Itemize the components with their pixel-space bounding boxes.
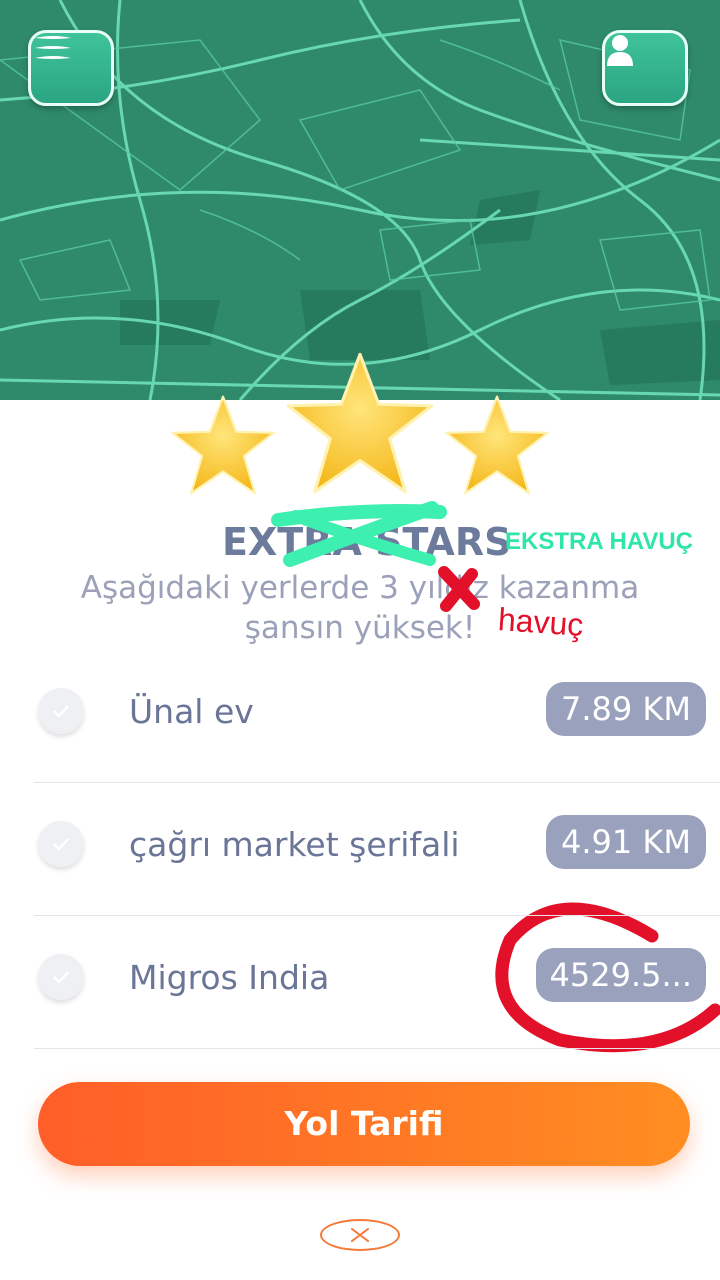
- check-icon[interactable]: [38, 688, 84, 734]
- title-annotation: EKSTRA HAVUÇ: [505, 528, 694, 555]
- distance-badge: 4.91 KM: [546, 815, 706, 869]
- star-rating: [0, 340, 720, 510]
- check-icon[interactable]: [38, 821, 84, 867]
- directions-button[interactable]: Yol Tarifi: [38, 1082, 690, 1166]
- check-icon[interactable]: [38, 954, 84, 1000]
- distance-badge: 7.89 KM: [546, 682, 706, 736]
- menu-button[interactable]: [28, 30, 114, 106]
- place-name: çağrı market şerifali: [129, 825, 460, 864]
- list-item[interactable]: Ünal ev 7.89 KM: [34, 650, 720, 783]
- close-button[interactable]: [320, 1219, 400, 1251]
- place-name: Ünal ev: [129, 692, 254, 731]
- reward-header: EXTRA STARS EKSTRA HAVUÇ: [0, 516, 720, 576]
- place-list: Ünal ev 7.89 KM çağrı market şerifali 4.…: [34, 650, 720, 1049]
- star-icon: [171, 395, 275, 495]
- place-name: Migros India: [129, 958, 330, 997]
- star-icon: [445, 395, 549, 495]
- reward-title: EXTRA STARS: [222, 520, 512, 564]
- subtitle-annotation: havuç: [496, 601, 585, 643]
- subtitle-line-1: Aşağıdaki yerlerde 3 yıldız kazanma: [80, 570, 640, 606]
- hamburger-icon: [35, 36, 71, 59]
- user-icon: [607, 35, 633, 66]
- distance-badge: 4529.5...: [535, 948, 706, 1002]
- subtitle-line-2: şansın yüksek!: [244, 610, 476, 646]
- list-item[interactable]: Migros India 4529.5...: [34, 916, 720, 1049]
- profile-button[interactable]: [602, 30, 688, 106]
- list-item[interactable]: çağrı market şerifali 4.91 KM: [34, 783, 720, 916]
- reward-subtitle: Aşağıdaki yerlerde 3 yıldız kazanma şans…: [0, 568, 720, 648]
- close-icon: [351, 1228, 369, 1242]
- star-icon: [286, 352, 434, 494]
